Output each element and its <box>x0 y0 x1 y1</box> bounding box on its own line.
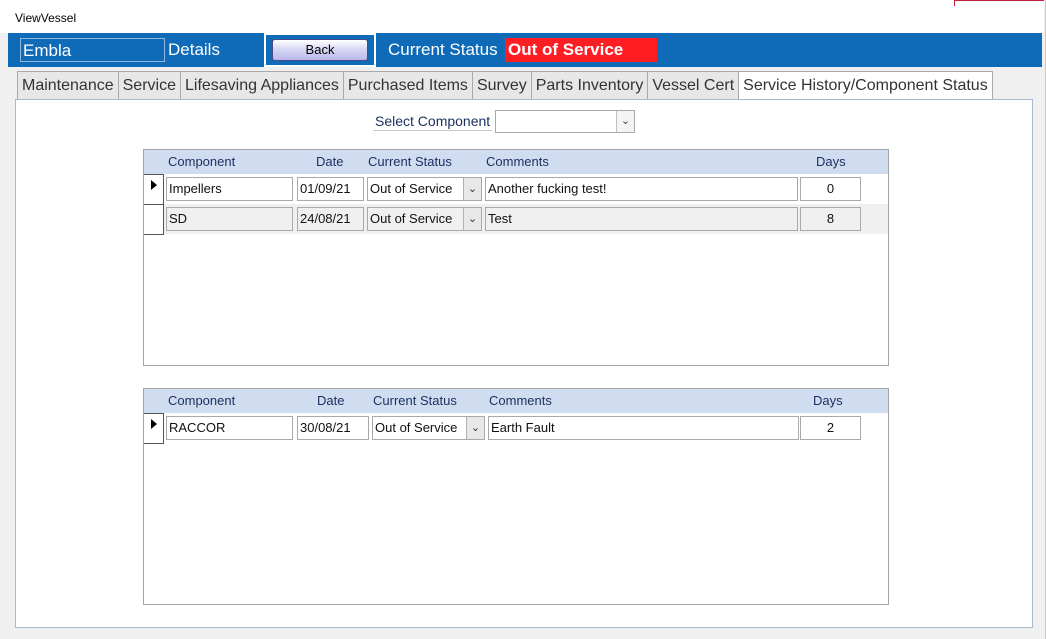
current-status-label: Current Status <box>388 40 498 59</box>
vessel-header: Embla Details Back Current Status Out of… <box>8 33 1042 67</box>
date-cell[interactable]: 24/08/21 <box>297 207 364 231</box>
tab-vessel-cert[interactable]: Vessel Cert <box>647 71 740 100</box>
record-selector-current[interactable] <box>144 174 164 205</box>
view-vessel-window: ViewVessel Embla Details Back Current St… <box>0 0 1046 639</box>
column-header-current-status: Current Status <box>368 154 452 169</box>
tab-lifesaving-appliances[interactable]: Lifesaving Appliances <box>179 71 344 100</box>
tab-strip: Maintenance Service Lifesaving Appliance… <box>17 71 993 101</box>
tab-survey[interactable]: Survey <box>471 71 532 100</box>
column-header-days: Days <box>816 154 846 169</box>
table-row[interactable]: SD 24/08/21 Out of Service ⌄ Test 8 <box>144 204 888 235</box>
record-selector[interactable] <box>144 204 164 235</box>
back-button[interactable]: Back <box>272 39 368 61</box>
date-cell[interactable]: 01/09/21 <box>297 177 364 201</box>
title-bar: ViewVessel <box>0 0 1044 33</box>
status-cell-value: Out of Service <box>370 211 453 226</box>
tab-service[interactable]: Service <box>117 71 181 100</box>
current-status-value: Out of Service <box>505 38 657 62</box>
service-history-panel: Select Component ⌄ Component Date Curren… <box>15 99 1033 628</box>
column-header-comments: Comments <box>486 154 549 169</box>
column-header-component: Component <box>168 154 236 169</box>
component-cell[interactable]: SD <box>166 207 293 231</box>
column-header-date: Date <box>316 154 344 169</box>
table-row[interactable]: Impellers 01/09/21 Out of Service ⌄ Anoth… <box>144 174 888 205</box>
select-component-label: Select Component <box>373 113 493 131</box>
vessel-name-field[interactable]: Embla <box>20 38 165 62</box>
tab-purchased-items[interactable]: Purchased Items <box>342 71 473 100</box>
back-button-frame: Back <box>264 33 376 67</box>
status-cell-value: Out of Service <box>375 420 458 435</box>
tab-parts-inventory[interactable]: Parts Inventory <box>530 71 649 100</box>
title-accent-line-horizontal <box>954 0 1044 1</box>
status-cell[interactable]: Out of Service ⌄ <box>367 207 482 231</box>
status-cell[interactable]: Out of Service ⌄ <box>372 416 485 440</box>
days-cell[interactable]: 2 <box>800 416 861 440</box>
window-title: ViewVessel <box>15 11 77 25</box>
tab-maintenance[interactable]: Maintenance <box>17 71 119 100</box>
days-cell[interactable]: 0 <box>800 177 861 201</box>
component-history-grid: Component Date Current Status Comments D… <box>143 388 889 605</box>
table-row[interactable]: RACCOR 30/08/21 Out of Service ⌄ Earth Fa… <box>144 413 888 444</box>
column-header-days: Days <box>813 393 843 408</box>
column-header-date: Date <box>317 393 345 408</box>
component-cell[interactable]: RACCOR <box>166 416 293 440</box>
comments-cell[interactable]: Another fucking test! <box>485 177 798 201</box>
component-cell[interactable]: Impellers <box>166 177 293 201</box>
grid-header: Component Date Current Status Comments D… <box>144 389 888 413</box>
component-status-grid: Component Date Current Status Comments D… <box>143 149 889 366</box>
select-component-dropdown[interactable]: ⌄ <box>495 110 635 133</box>
chevron-down-icon[interactable]: ⌄ <box>463 208 481 230</box>
column-header-current-status: Current Status <box>373 393 457 408</box>
column-header-component: Component <box>168 393 236 408</box>
status-cell[interactable]: Out of Service ⌄ <box>367 177 482 201</box>
days-cell[interactable]: 8 <box>800 207 861 231</box>
column-header-comments: Comments <box>489 393 552 408</box>
date-cell[interactable]: 30/08/21 <box>297 416 369 440</box>
comments-cell[interactable]: Earth Fault <box>488 416 799 440</box>
tab-service-history[interactable]: Service History/Component Status <box>738 71 993 101</box>
grid-header: Component Date Current Status Comments D… <box>144 150 888 174</box>
chevron-down-icon[interactable]: ⌄ <box>616 111 634 132</box>
record-selector-current[interactable] <box>144 413 164 444</box>
comments-cell[interactable]: Test <box>485 207 798 231</box>
chevron-down-icon[interactable]: ⌄ <box>463 178 481 200</box>
chevron-down-icon[interactable]: ⌄ <box>466 417 484 439</box>
status-cell-value: Out of Service <box>370 181 453 196</box>
details-label: Details <box>168 40 220 59</box>
